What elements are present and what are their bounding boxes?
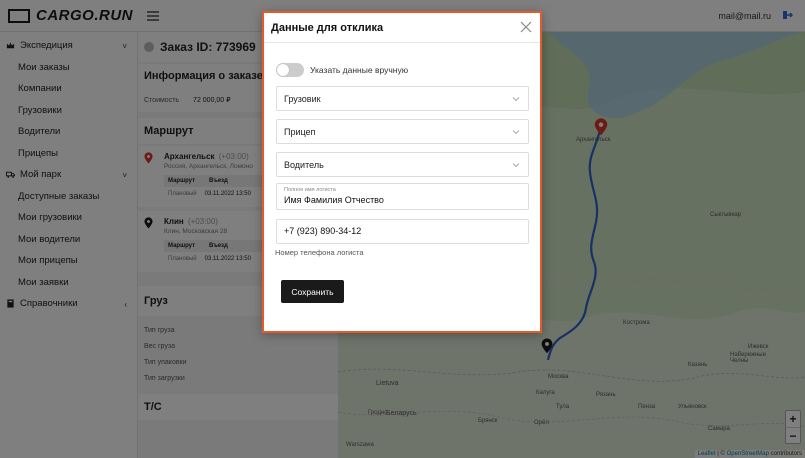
modal-title: Данные для отклика [264, 13, 540, 43]
logist-phone-value: +7 (923) 890-34-12 [284, 226, 362, 236]
manual-entry-label: Указать данные вручную [310, 65, 409, 75]
chevron-down-icon [512, 163, 520, 168]
trailer-select-value: Прицеп [284, 126, 316, 137]
truck-select-value: Грузовик [284, 93, 321, 104]
app-root: CARGO.RUN mail@mail.ru Экспедиция ˅ Мои … [0, 0, 805, 458]
chevron-down-icon [512, 130, 520, 135]
logist-phone-helper: Номер телефона логиста [275, 248, 364, 257]
trailer-select[interactable]: Прицеп [276, 119, 529, 144]
driver-select-value: Водитель [284, 159, 324, 170]
response-modal: Данные для отклика Указать данные вручну… [262, 11, 542, 333]
manual-entry-toggle-row: Указать данные вручную [276, 63, 408, 77]
logist-name-value: Имя Фамилия Отчество [284, 195, 384, 205]
driver-select[interactable]: Водитель [276, 152, 529, 177]
close-icon[interactable] [520, 21, 532, 33]
logist-phone-field[interactable]: +7 (923) 890-34-12 [276, 219, 529, 244]
truck-select[interactable]: Грузовик [276, 86, 529, 111]
chevron-down-icon [512, 97, 520, 102]
manual-entry-toggle[interactable] [276, 63, 304, 77]
logist-name-label: Полное имя логиста [284, 187, 336, 193]
logist-name-field[interactable]: Полное имя логиста Имя Фамилия Отчество [276, 183, 529, 210]
save-button[interactable]: Сохранить [281, 280, 344, 303]
